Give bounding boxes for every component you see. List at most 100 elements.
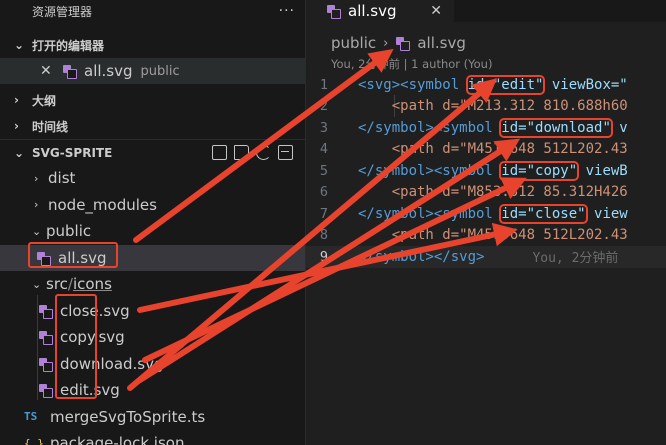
- tree-item-merge-ts[interactable]: TS mergeSvgToSprite.ts: [0, 404, 305, 431]
- code-text: <path d="M853.312 85.312H426: [358, 184, 628, 201]
- tree-item-copy-svg[interactable]: copy.svg: [0, 324, 305, 351]
- section-label: 大纲: [32, 93, 57, 108]
- explorer-sidebar: 资源管理器 ··· ⌄ 打开的编辑器 ✕ all.svg public › 大纲…: [0, 0, 306, 445]
- code-line: 2 <path d="M213.312 810.688h60: [306, 96, 666, 118]
- section-open-editors[interactable]: ⌄ 打开的编辑器: [0, 32, 305, 58]
- tree-item-public[interactable]: ⌄ public: [0, 218, 305, 245]
- svg-file-icon: [38, 330, 53, 346]
- symbol-id-edit: id="edit": [465, 74, 546, 95]
- section-label: 打开的编辑器: [32, 38, 105, 53]
- tree-item-package-lock[interactable]: { } package-lock.json: [0, 430, 305, 445]
- code-text: <path d="M451.648 512L202.43: [358, 227, 628, 244]
- explorer-title: 资源管理器: [32, 4, 93, 19]
- tab-label: all.svg: [348, 2, 397, 20]
- symbol-id-copy: id="copy": [499, 160, 580, 181]
- code-text: v: [610, 119, 628, 136]
- code-line: 5 </symbol><symbol id="copy" viewB: [306, 160, 666, 182]
- tree-item-all-svg[interactable]: all.svg: [0, 244, 305, 271]
- tab-bar: all.svg ✕: [306, 0, 666, 22]
- section-label: 时间线: [32, 119, 69, 134]
- tree-label: all.svg: [58, 248, 107, 267]
- section-outline[interactable]: › 大纲: [0, 87, 305, 113]
- codelens-blame[interactable]: You, 2分钟前 | 1 author (You): [306, 56, 666, 74]
- breadcrumb-file[interactable]: all.svg: [417, 34, 466, 52]
- tree-label: download.svg: [60, 354, 164, 373]
- code-line-current: 9 </symbol></svg> You, 2分钟前: [306, 246, 666, 268]
- code-text: </symbol><symbol: [358, 205, 502, 222]
- symbol-id-close: id="close": [499, 203, 588, 224]
- svg-file-icon: [38, 304, 53, 319]
- open-editor-filename: all.svg: [84, 62, 133, 80]
- tree-item-node-modules[interactable]: › node_modules: [0, 192, 305, 219]
- tree-item-src-icons[interactable]: ⌄ src / icons: [0, 271, 305, 298]
- chevron-right-icon: ›: [14, 119, 19, 133]
- close-icon[interactable]: ✕: [430, 3, 442, 19]
- close-icon[interactable]: ✕: [40, 63, 62, 79]
- line-number: 7: [319, 205, 328, 222]
- explorer-toolbar: [212, 145, 305, 160]
- tree-label: src: [46, 275, 68, 294]
- code-text: <path d="M451.648 512L202.43: [358, 141, 628, 158]
- chevron-right-icon: ›: [383, 35, 389, 51]
- chevron-right-icon: ›: [14, 93, 19, 107]
- code-line: 4 <path d="M451.648 512L202.43: [306, 139, 666, 161]
- explorer-header: 资源管理器 ···: [0, 0, 305, 22]
- code-text: <svg><symbol: [358, 76, 468, 93]
- tree-label: dist: [48, 169, 76, 188]
- section-timeline[interactable]: › 时间线: [0, 113, 305, 139]
- inline-blame: You, 2分钟前: [532, 251, 619, 267]
- code-text: view: [585, 205, 628, 222]
- tree-label: close.svg: [60, 301, 130, 320]
- section-project[interactable]: ⌄ SVG-SPRITE: [0, 139, 305, 165]
- tree-item-download-svg[interactable]: download.svg: [0, 351, 305, 378]
- tree-item-close-svg[interactable]: close.svg: [0, 298, 305, 325]
- typescript-file-icon: TS: [24, 410, 38, 424]
- more-actions-icon[interactable]: ···: [279, 3, 295, 19]
- line-number: 4: [319, 141, 328, 158]
- svg-file-icon: [62, 64, 77, 79]
- code-text: </symbol><symbol: [358, 119, 502, 136]
- symbol-id-download: id="download": [499, 117, 613, 138]
- tree-label: icons: [72, 275, 112, 294]
- open-editor-folder: public: [140, 63, 180, 79]
- tree-item-dist[interactable]: › dist: [0, 165, 305, 192]
- tree-label: mergeSvgToSprite.ts: [50, 407, 206, 426]
- breadcrumb: public › all.svg: [306, 30, 666, 56]
- json-file-icon: { }: [24, 436, 44, 445]
- line-number: 5: [319, 162, 328, 179]
- line-number: 1: [319, 76, 328, 93]
- tree-label: node_modules: [48, 195, 157, 214]
- chevron-down-icon: ⌄: [14, 38, 25, 52]
- open-editor-item-all-svg[interactable]: ✕ all.svg public: [0, 58, 305, 84]
- tree-item-edit-svg[interactable]: edit.svg: [0, 377, 305, 404]
- code-text: viewB: [577, 162, 628, 179]
- code-line: 3 </symbol><symbol id="download" v: [306, 117, 666, 139]
- tree-label: public: [46, 222, 92, 241]
- code-line: 8 <path d="M451.648 512L202.43: [306, 225, 666, 247]
- tree-label: package-lock.json: [50, 434, 185, 445]
- tree-label: edit.svg: [60, 381, 120, 400]
- new-folder-icon[interactable]: [234, 145, 249, 160]
- chevron-right-icon: ›: [34, 171, 39, 185]
- chevron-right-icon: ›: [34, 198, 39, 212]
- chevron-down-icon: ⌄: [14, 145, 25, 160]
- section-label: SVG-SPRITE: [32, 145, 113, 160]
- svg-file-icon: [38, 383, 53, 399]
- svg-file-icon: [36, 251, 51, 266]
- new-file-icon[interactable]: [212, 145, 227, 160]
- line-number: 2: [319, 98, 328, 115]
- code-line: 6 <path d="M853.312 85.312H426: [306, 182, 666, 204]
- line-number: 6: [319, 184, 328, 201]
- line-number: 8: [319, 227, 328, 244]
- chevron-down-icon: ⌄: [32, 224, 42, 238]
- svg-file-icon: [395, 36, 411, 51]
- code-area[interactable]: 1 <svg><symbol id="edit" viewBox=" 2 <pa…: [306, 74, 666, 268]
- line-number: 9: [319, 248, 328, 265]
- line-number: 3: [319, 119, 328, 136]
- tab-all-svg[interactable]: all.svg ✕: [306, 0, 454, 22]
- code-text: </symbol></svg>: [358, 248, 485, 265]
- refresh-icon[interactable]: [256, 145, 271, 160]
- tree-label: copy.svg: [60, 328, 125, 347]
- collapse-all-icon[interactable]: [278, 145, 293, 160]
- breadcrumb-folder[interactable]: public: [331, 34, 376, 52]
